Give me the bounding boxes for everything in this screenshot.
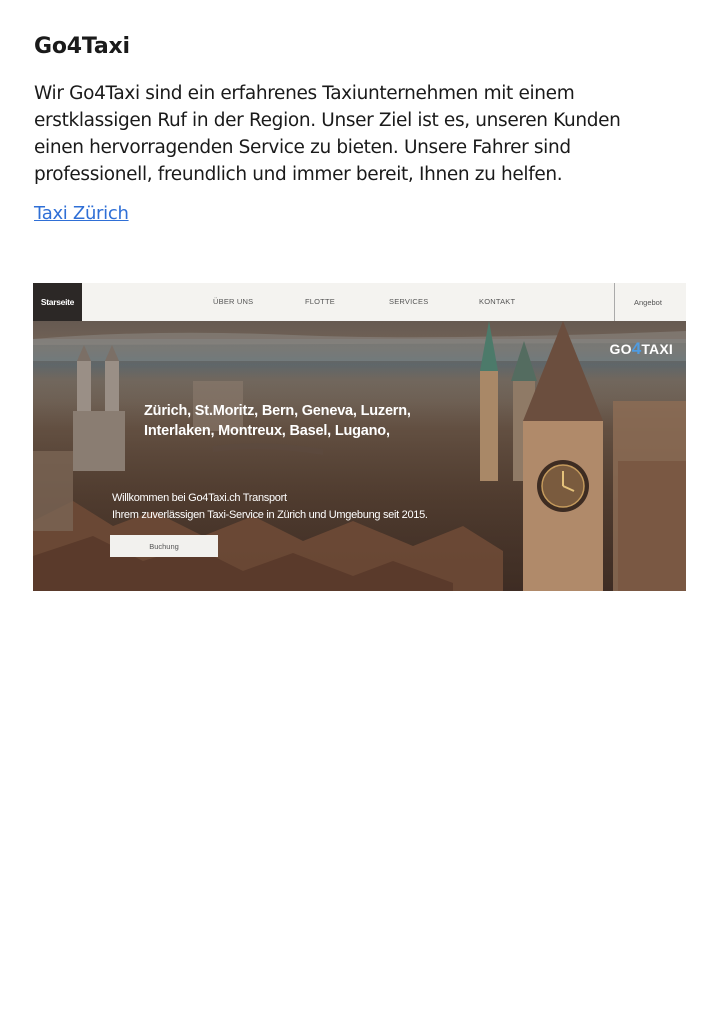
hero-image: GO4TAXI Zürich, St.Moritz, Bern, Geneva,… xyxy=(33,321,686,591)
page-title: Go4Taxi xyxy=(34,34,130,59)
intro-paragraph: Wir Go4Taxi sind ein erfahrenes Taxiunte… xyxy=(34,83,621,185)
nav-item-services[interactable]: SERVICES xyxy=(389,297,428,306)
nav-item-contact[interactable]: KONTAKT xyxy=(479,297,515,306)
cities-heading: Zürich, St.Moritz, Bern, Geneva, Luzern,… xyxy=(144,401,444,441)
cities-line-1: Zürich, St.Moritz, Bern, Geneva, Luzern, xyxy=(144,403,411,419)
logo-digit: 4 xyxy=(631,339,642,358)
nav-home[interactable]: Starseite xyxy=(33,283,82,321)
nav-item-fleet[interactable]: FLOTTE xyxy=(305,297,335,306)
site-logo: GO4TAXI xyxy=(610,339,674,359)
welcome-line-1: Willkommen bei Go4Taxi.ch Transport xyxy=(112,492,287,504)
nav-item-about[interactable]: ÜBER UNS xyxy=(213,297,253,306)
taxi-zurich-link[interactable]: Taxi Zürich xyxy=(34,203,129,224)
welcome-line-2: Ihrem zuverlässigen Taxi-Service in Züri… xyxy=(112,509,428,521)
nav-divider xyxy=(614,283,615,321)
logo-suffix: TAXI xyxy=(641,341,673,357)
site-navbar: Starseite ÜBER UNS FLOTTE SERVICES KONTA… xyxy=(33,283,686,322)
book-button[interactable]: Buchung xyxy=(110,535,218,557)
logo-prefix: GO xyxy=(609,341,632,357)
nav-item-offer[interactable]: Angebot xyxy=(634,298,662,307)
website-screenshot: Starseite ÜBER UNS FLOTTE SERVICES KONTA… xyxy=(33,283,686,591)
welcome-text: Willkommen bei Go4Taxi.ch Transport Ihre… xyxy=(112,490,428,524)
cities-line-2: Interlaken, Montreux, Basel, Lugano, xyxy=(144,423,390,439)
